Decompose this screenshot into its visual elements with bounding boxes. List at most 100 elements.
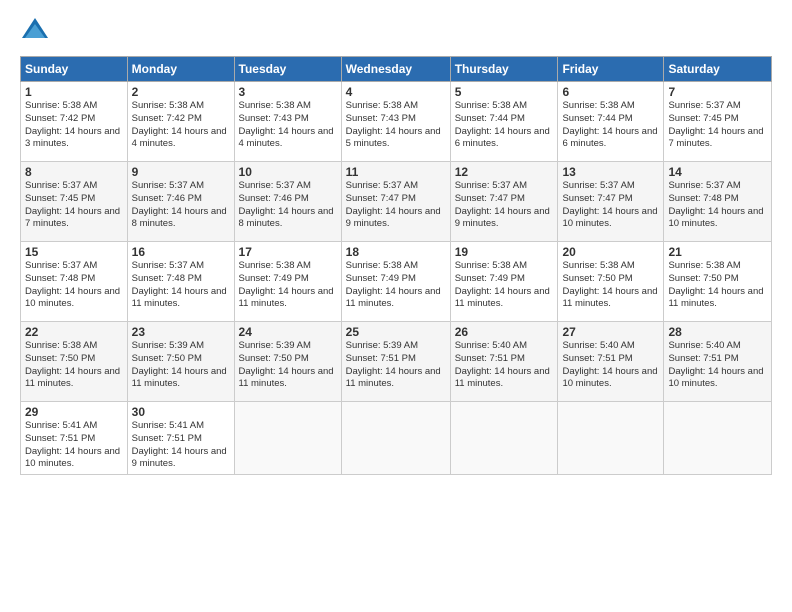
header-thursday: Thursday: [450, 57, 558, 82]
day-info: Sunrise: 5:37 AMSunset: 7:46 PMDaylight:…: [239, 180, 334, 229]
day-number: 11: [346, 165, 446, 179]
header: [20, 16, 772, 46]
header-tuesday: Tuesday: [234, 57, 341, 82]
day-info: Sunrise: 5:37 AMSunset: 7:46 PMDaylight:…: [132, 180, 227, 229]
calendar-cell: 3 Sunrise: 5:38 AMSunset: 7:43 PMDayligh…: [234, 82, 341, 162]
day-info: Sunrise: 5:37 AMSunset: 7:47 PMDaylight:…: [562, 180, 657, 229]
day-info: Sunrise: 5:38 AMSunset: 7:50 PMDaylight:…: [668, 260, 763, 309]
calendar-cell: [558, 402, 664, 475]
calendar-week-2: 8 Sunrise: 5:37 AMSunset: 7:45 PMDayligh…: [21, 162, 772, 242]
day-info: Sunrise: 5:37 AMSunset: 7:48 PMDaylight:…: [132, 260, 227, 309]
day-info: Sunrise: 5:37 AMSunset: 7:47 PMDaylight:…: [455, 180, 550, 229]
day-number: 25: [346, 325, 446, 339]
calendar-cell: 30 Sunrise: 5:41 AMSunset: 7:51 PMDaylig…: [127, 402, 234, 475]
header-saturday: Saturday: [664, 57, 772, 82]
header-friday: Friday: [558, 57, 664, 82]
calendar-week-5: 29 Sunrise: 5:41 AMSunset: 7:51 PMDaylig…: [21, 402, 772, 475]
calendar-cell: 4 Sunrise: 5:38 AMSunset: 7:43 PMDayligh…: [341, 82, 450, 162]
day-info: Sunrise: 5:39 AMSunset: 7:51 PMDaylight:…: [346, 340, 441, 389]
day-info: Sunrise: 5:40 AMSunset: 7:51 PMDaylight:…: [668, 340, 763, 389]
day-number: 17: [239, 245, 337, 259]
day-number: 24: [239, 325, 337, 339]
calendar-table: SundayMondayTuesdayWednesdayThursdayFrid…: [20, 56, 772, 475]
calendar-cell: 19 Sunrise: 5:38 AMSunset: 7:49 PMDaylig…: [450, 242, 558, 322]
day-number: 6: [562, 85, 659, 99]
calendar-cell: [450, 402, 558, 475]
day-info: Sunrise: 5:38 AMSunset: 7:49 PMDaylight:…: [346, 260, 441, 309]
calendar-cell: 18 Sunrise: 5:38 AMSunset: 7:49 PMDaylig…: [341, 242, 450, 322]
day-number: 23: [132, 325, 230, 339]
day-info: Sunrise: 5:38 AMSunset: 7:49 PMDaylight:…: [239, 260, 334, 309]
day-number: 29: [25, 405, 123, 419]
day-info: Sunrise: 5:37 AMSunset: 7:48 PMDaylight:…: [668, 180, 763, 229]
calendar-cell: 25 Sunrise: 5:39 AMSunset: 7:51 PMDaylig…: [341, 322, 450, 402]
day-info: Sunrise: 5:37 AMSunset: 7:47 PMDaylight:…: [346, 180, 441, 229]
day-number: 21: [668, 245, 767, 259]
calendar-cell: 6 Sunrise: 5:38 AMSunset: 7:44 PMDayligh…: [558, 82, 664, 162]
calendar-cell: 23 Sunrise: 5:39 AMSunset: 7:50 PMDaylig…: [127, 322, 234, 402]
calendar-cell: 14 Sunrise: 5:37 AMSunset: 7:48 PMDaylig…: [664, 162, 772, 242]
calendar-cell: 16 Sunrise: 5:37 AMSunset: 7:48 PMDaylig…: [127, 242, 234, 322]
calendar-header-row: SundayMondayTuesdayWednesdayThursdayFrid…: [21, 57, 772, 82]
day-number: 12: [455, 165, 554, 179]
header-wednesday: Wednesday: [341, 57, 450, 82]
calendar-cell: 26 Sunrise: 5:40 AMSunset: 7:51 PMDaylig…: [450, 322, 558, 402]
calendar-cell: 12 Sunrise: 5:37 AMSunset: 7:47 PMDaylig…: [450, 162, 558, 242]
page: SundayMondayTuesdayWednesdayThursdayFrid…: [0, 0, 792, 612]
day-number: 10: [239, 165, 337, 179]
day-info: Sunrise: 5:38 AMSunset: 7:42 PMDaylight:…: [132, 100, 227, 149]
logo-icon: [20, 16, 50, 46]
day-number: 18: [346, 245, 446, 259]
day-info: Sunrise: 5:38 AMSunset: 7:49 PMDaylight:…: [455, 260, 550, 309]
day-number: 3: [239, 85, 337, 99]
day-number: 1: [25, 85, 123, 99]
day-number: 4: [346, 85, 446, 99]
calendar-cell: 27 Sunrise: 5:40 AMSunset: 7:51 PMDaylig…: [558, 322, 664, 402]
day-info: Sunrise: 5:40 AMSunset: 7:51 PMDaylight:…: [455, 340, 550, 389]
day-info: Sunrise: 5:38 AMSunset: 7:50 PMDaylight:…: [562, 260, 657, 309]
day-number: 20: [562, 245, 659, 259]
calendar-cell: [234, 402, 341, 475]
calendar-cell: 29 Sunrise: 5:41 AMSunset: 7:51 PMDaylig…: [21, 402, 128, 475]
calendar-cell: [341, 402, 450, 475]
calendar-cell: 28 Sunrise: 5:40 AMSunset: 7:51 PMDaylig…: [664, 322, 772, 402]
calendar-cell: 5 Sunrise: 5:38 AMSunset: 7:44 PMDayligh…: [450, 82, 558, 162]
day-info: Sunrise: 5:38 AMSunset: 7:43 PMDaylight:…: [346, 100, 441, 149]
calendar-cell: 2 Sunrise: 5:38 AMSunset: 7:42 PMDayligh…: [127, 82, 234, 162]
day-info: Sunrise: 5:37 AMSunset: 7:48 PMDaylight:…: [25, 260, 120, 309]
day-number: 9: [132, 165, 230, 179]
calendar-cell: 13 Sunrise: 5:37 AMSunset: 7:47 PMDaylig…: [558, 162, 664, 242]
day-number: 26: [455, 325, 554, 339]
day-number: 5: [455, 85, 554, 99]
day-number: 30: [132, 405, 230, 419]
day-number: 27: [562, 325, 659, 339]
day-number: 15: [25, 245, 123, 259]
calendar-cell: 9 Sunrise: 5:37 AMSunset: 7:46 PMDayligh…: [127, 162, 234, 242]
day-info: Sunrise: 5:39 AMSunset: 7:50 PMDaylight:…: [132, 340, 227, 389]
day-number: 19: [455, 245, 554, 259]
day-info: Sunrise: 5:41 AMSunset: 7:51 PMDaylight:…: [25, 420, 120, 469]
calendar-cell: 1 Sunrise: 5:38 AMSunset: 7:42 PMDayligh…: [21, 82, 128, 162]
day-info: Sunrise: 5:38 AMSunset: 7:43 PMDaylight:…: [239, 100, 334, 149]
day-info: Sunrise: 5:37 AMSunset: 7:45 PMDaylight:…: [25, 180, 120, 229]
calendar-cell: 20 Sunrise: 5:38 AMSunset: 7:50 PMDaylig…: [558, 242, 664, 322]
day-number: 8: [25, 165, 123, 179]
day-info: Sunrise: 5:38 AMSunset: 7:44 PMDaylight:…: [562, 100, 657, 149]
calendar-cell: 17 Sunrise: 5:38 AMSunset: 7:49 PMDaylig…: [234, 242, 341, 322]
day-info: Sunrise: 5:38 AMSunset: 7:44 PMDaylight:…: [455, 100, 550, 149]
day-number: 22: [25, 325, 123, 339]
calendar-cell: 7 Sunrise: 5:37 AMSunset: 7:45 PMDayligh…: [664, 82, 772, 162]
calendar-cell: 8 Sunrise: 5:37 AMSunset: 7:45 PMDayligh…: [21, 162, 128, 242]
day-number: 14: [668, 165, 767, 179]
day-number: 2: [132, 85, 230, 99]
day-number: 28: [668, 325, 767, 339]
day-info: Sunrise: 5:37 AMSunset: 7:45 PMDaylight:…: [668, 100, 763, 149]
day-info: Sunrise: 5:38 AMSunset: 7:42 PMDaylight:…: [25, 100, 120, 149]
day-info: Sunrise: 5:38 AMSunset: 7:50 PMDaylight:…: [25, 340, 120, 389]
header-monday: Monday: [127, 57, 234, 82]
calendar-week-4: 22 Sunrise: 5:38 AMSunset: 7:50 PMDaylig…: [21, 322, 772, 402]
day-number: 13: [562, 165, 659, 179]
calendar-cell: 11 Sunrise: 5:37 AMSunset: 7:47 PMDaylig…: [341, 162, 450, 242]
calendar-cell: 24 Sunrise: 5:39 AMSunset: 7:50 PMDaylig…: [234, 322, 341, 402]
calendar-cell: 22 Sunrise: 5:38 AMSunset: 7:50 PMDaylig…: [21, 322, 128, 402]
